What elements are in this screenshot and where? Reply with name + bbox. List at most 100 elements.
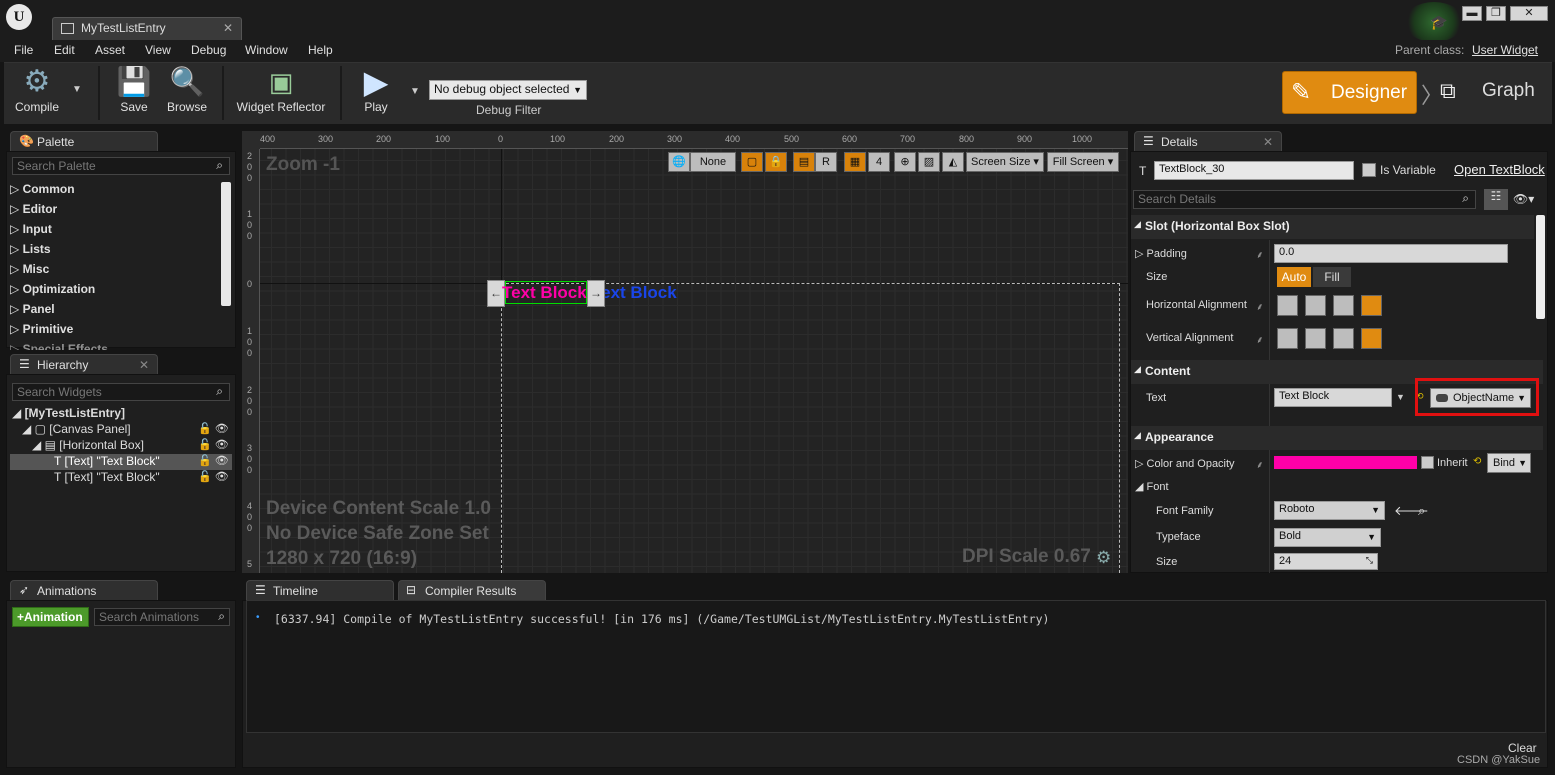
hierarchy-search-input[interactable]: Search Widgets ⌕	[12, 383, 230, 401]
palette-category-lists[interactable]: ▷ Lists	[10, 242, 220, 262]
screen-size-select[interactable]: Screen Size ▾	[966, 152, 1044, 172]
font-size-input[interactable]: 24 ⤡	[1274, 553, 1378, 570]
image-icon[interactable]: ▨	[918, 152, 940, 172]
browse-search-icon[interactable]: ⌕	[1418, 503, 1425, 519]
close-tab-icon[interactable]: ✕	[223, 21, 233, 35]
menu-asset[interactable]: Asset	[95, 43, 125, 57]
parent-class-link[interactable]: User Widget	[1472, 43, 1538, 57]
font-family-select[interactable]: Roboto ▼	[1274, 501, 1385, 520]
color-swatch[interactable]	[1274, 456, 1417, 469]
padding-property[interactable]: ▷ Padding	[1135, 247, 1187, 260]
tree-item-root[interactable]: ◢ [MyTestListEntry]	[12, 406, 125, 420]
grid-size-select[interactable]: 4	[868, 152, 890, 172]
binding-link-icon[interactable]: ⸙	[1256, 247, 1264, 261]
menu-edit[interactable]: Edit	[54, 43, 75, 57]
align-fill-icon[interactable]	[1361, 295, 1382, 316]
globe-icon[interactable]: 🌐	[668, 152, 690, 172]
play-button[interactable]: ▶ Play	[350, 64, 402, 114]
lock-icon[interactable]: 🔒	[765, 152, 787, 172]
graduation-cap-icon[interactable]: 🎓	[1430, 14, 1447, 31]
outline-toggle-icon[interactable]: ▢	[741, 152, 763, 172]
compile-options-arrow-icon[interactable]: ▼	[72, 84, 82, 95]
flip-icon[interactable]: ◭	[942, 152, 964, 172]
localization-preview-select[interactable]: None	[690, 152, 736, 172]
expand-icon[interactable]: ⊕	[894, 152, 916, 172]
size-auto-button[interactable]: Auto	[1277, 267, 1311, 287]
fill-screen-select[interactable]: Fill Screen ▾	[1047, 152, 1119, 172]
close-window-button[interactable]: ✕	[1510, 6, 1548, 21]
inherit-checkbox[interactable]	[1421, 456, 1434, 469]
font-property[interactable]: ◢ Font	[1135, 480, 1169, 493]
respect-locks-icon[interactable]: ▤	[793, 152, 815, 172]
animations-tab[interactable]: ➶ Animations	[10, 580, 158, 601]
align-middle-icon[interactable]	[1305, 328, 1326, 349]
animations-search-input[interactable]: Search Animations ⌕	[94, 608, 230, 626]
palette-category-panel[interactable]: ▷ Panel	[10, 302, 220, 322]
align-bottom-icon[interactable]	[1333, 328, 1354, 349]
details-scrollbar[interactable]	[1536, 215, 1545, 319]
size-fill-button[interactable]: Fill	[1313, 267, 1351, 287]
reset-layout-button[interactable]: R	[815, 152, 837, 172]
details-search-input[interactable]: Search Details ⌕	[1133, 190, 1476, 209]
open-textblock-link[interactable]: Open TextBlock	[1454, 162, 1545, 177]
hierarchy-tab[interactable]: ☰ Hierarchy ✕	[10, 354, 158, 375]
binding-link-icon[interactable]: ⸙	[1256, 457, 1264, 471]
palette-tab[interactable]: 🎨 Palette	[10, 131, 158, 152]
widget-reflector-button[interactable]: ▣ Widget Reflector	[232, 64, 330, 114]
palette-category-primitive[interactable]: ▷ Primitive	[10, 322, 220, 342]
align-vertical-fill-icon[interactable]	[1361, 328, 1382, 349]
tree-item-canvas-panel[interactable]: ◢ ▢ [Canvas Panel]	[22, 422, 131, 436]
palette-category-input[interactable]: ▷ Input	[10, 222, 220, 242]
bind-object-select[interactable]: ObjectName ▼	[1430, 388, 1531, 408]
text-block-1[interactable]: Text Block	[502, 283, 587, 303]
palette-category-common[interactable]: ▷ Common	[10, 182, 220, 202]
compile-button[interactable]: ⚙ Compile	[10, 64, 64, 114]
graph-mode-button[interactable]: ⧉ Graph	[1440, 78, 1535, 103]
clear-log-button[interactable]: Clear	[1508, 741, 1537, 755]
typeface-select[interactable]: Bold ▼	[1274, 528, 1381, 547]
maximize-button[interactable]: ❐	[1486, 6, 1506, 21]
debug-object-select[interactable]: No debug object selected ▼	[429, 80, 587, 100]
browse-button[interactable]: 🔍 Browse	[162, 64, 212, 114]
play-options-arrow-icon[interactable]: ▼	[410, 86, 420, 97]
align-top-icon[interactable]	[1277, 328, 1298, 349]
designer-mode-button[interactable]: ✎ Designer	[1282, 71, 1417, 114]
slot-section-header[interactable]: ◢ Slot (Horizontal Box Slot)	[1131, 215, 1534, 239]
text-property-input[interactable]: Text Block	[1274, 388, 1392, 407]
palette-category-optimization[interactable]: ▷ Optimization	[10, 282, 220, 302]
lock-eye-icon[interactable]: 🔓 👁	[198, 437, 229, 453]
menu-help[interactable]: Help	[308, 43, 333, 57]
document-tab[interactable]: MyTestListEntry ✕	[52, 17, 242, 40]
align-right-icon[interactable]	[1333, 295, 1354, 316]
lock-eye-icon[interactable]: 🔓 👁	[198, 469, 229, 485]
menu-file[interactable]: File	[14, 43, 33, 57]
timeline-tab[interactable]: ☰ Timeline	[246, 580, 394, 601]
tree-item-text-2[interactable]: T [Text] "Text Block"	[54, 470, 160, 484]
color-opacity-property[interactable]: ▷ Color and Opacity	[1135, 457, 1235, 470]
visibility-options-eye-icon[interactable]: 👁▾	[1513, 192, 1534, 206]
lock-eye-icon[interactable]: 🔓 👁	[198, 421, 229, 437]
minimize-button[interactable]: ▬	[1462, 6, 1482, 21]
dpi-settings-gear-icon[interactable]: ⚙	[1096, 548, 1111, 568]
color-bind-select[interactable]: Bind ▼	[1487, 453, 1531, 473]
menu-debug[interactable]: Debug	[191, 43, 226, 57]
chevron-down-icon[interactable]: ▼	[1396, 392, 1405, 402]
palette-search-input[interactable]: Search Palette ⌕	[12, 157, 230, 175]
text-block-2[interactable]: Text Block	[605, 283, 695, 303]
is-variable-checkbox[interactable]	[1362, 163, 1376, 177]
details-tab[interactable]: ☰ Details ✕	[1134, 131, 1282, 152]
menu-view[interactable]: View	[145, 43, 171, 57]
resize-handle-right-icon[interactable]: →	[587, 280, 605, 307]
tree-item-horizontal-box[interactable]: ◢ ▤ [Horizontal Box]	[32, 438, 144, 452]
binding-link-icon[interactable]: ⸙	[1256, 332, 1264, 346]
align-center-icon[interactable]	[1305, 295, 1326, 316]
grid-snap-icon[interactable]: ▦	[844, 152, 866, 172]
binding-link-icon[interactable]: ⸙	[1256, 299, 1264, 313]
close-tab-icon[interactable]: ✕	[139, 358, 149, 372]
add-animation-button[interactable]: +Animation	[12, 607, 89, 627]
align-left-icon[interactable]	[1277, 295, 1298, 316]
save-button[interactable]: 💾 Save	[112, 64, 156, 114]
palette-category-misc[interactable]: ▷ Misc	[10, 262, 220, 282]
property-matrix-icon[interactable]: ☷	[1484, 189, 1508, 210]
palette-category-editor[interactable]: ▷ Editor	[10, 202, 220, 222]
